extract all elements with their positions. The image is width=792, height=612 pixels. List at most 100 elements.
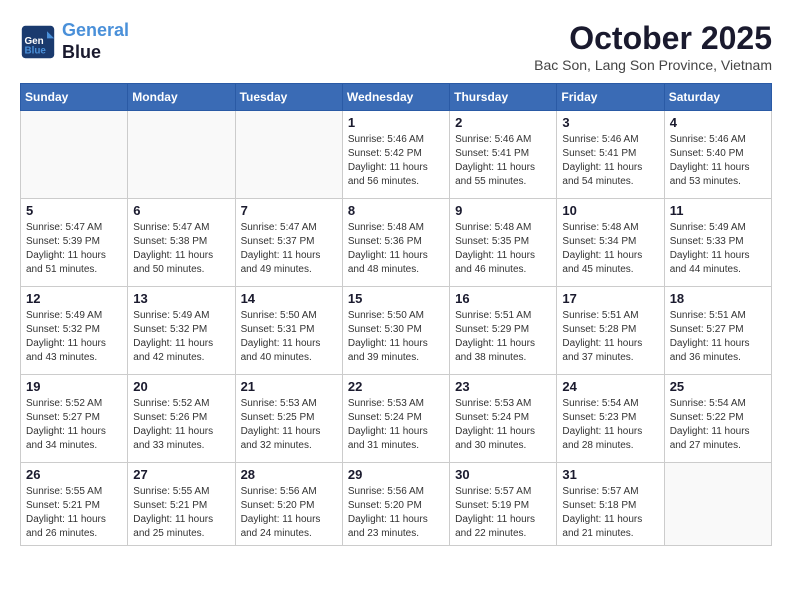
day-number: 1 (348, 115, 444, 130)
calendar-cell: 23 Sunrise: 5:53 AM Sunset: 5:24 PM Dayli… (450, 375, 557, 463)
calendar-cell: 19 Sunrise: 5:52 AM Sunset: 5:27 PM Dayli… (21, 375, 128, 463)
day-info: Sunrise: 5:49 AM Sunset: 5:33 PM Dayligh… (670, 221, 766, 277)
day-info: Sunrise: 5:52 AM Sunset: 5:26 PM Dayligh… (133, 397, 229, 453)
calendar-cell: 26 Sunrise: 5:55 AM Sunset: 5:21 PM Dayli… (21, 463, 128, 546)
day-number: 13 (133, 291, 229, 306)
calendar-cell (664, 463, 771, 546)
day-info: Sunrise: 5:55 AM Sunset: 5:21 PM Dayligh… (26, 485, 122, 541)
day-number: 12 (26, 291, 122, 306)
page-header: Gen Blue GeneralBlue October 2025 Bac So… (20, 20, 772, 73)
day-info: Sunrise: 5:53 AM Sunset: 5:25 PM Dayligh… (241, 397, 337, 453)
calendar-cell: 22 Sunrise: 5:53 AM Sunset: 5:24 PM Dayli… (342, 375, 449, 463)
calendar-week-5: 26 Sunrise: 5:55 AM Sunset: 5:21 PM Dayli… (21, 463, 772, 546)
calendar-week-3: 12 Sunrise: 5:49 AM Sunset: 5:32 PM Dayli… (21, 287, 772, 375)
logo-name: GeneralBlue (62, 20, 129, 63)
day-info: Sunrise: 5:56 AM Sunset: 5:20 PM Dayligh… (241, 485, 337, 541)
day-number: 9 (455, 203, 551, 218)
calendar-cell: 6 Sunrise: 5:47 AM Sunset: 5:38 PM Daylig… (128, 199, 235, 287)
day-number: 2 (455, 115, 551, 130)
title-block: October 2025 Bac Son, Lang Son Province,… (534, 20, 772, 73)
day-info: Sunrise: 5:48 AM Sunset: 5:36 PM Dayligh… (348, 221, 444, 277)
day-info: Sunrise: 5:47 AM Sunset: 5:38 PM Dayligh… (133, 221, 229, 277)
calendar-cell: 27 Sunrise: 5:55 AM Sunset: 5:21 PM Dayli… (128, 463, 235, 546)
calendar-cell: 18 Sunrise: 5:51 AM Sunset: 5:27 PM Dayli… (664, 287, 771, 375)
day-info: Sunrise: 5:51 AM Sunset: 5:27 PM Dayligh… (670, 309, 766, 365)
weekday-header-saturday: Saturday (664, 84, 771, 111)
day-info: Sunrise: 5:55 AM Sunset: 5:21 PM Dayligh… (133, 485, 229, 541)
weekday-header-friday: Friday (557, 84, 664, 111)
calendar-cell: 29 Sunrise: 5:56 AM Sunset: 5:20 PM Dayli… (342, 463, 449, 546)
day-number: 24 (562, 379, 658, 394)
day-number: 4 (670, 115, 766, 130)
day-info: Sunrise: 5:46 AM Sunset: 5:41 PM Dayligh… (562, 133, 658, 189)
calendar-cell: 13Sunrise: 5:49 AM Sunset: 5:32 PM Dayli… (128, 287, 235, 375)
calendar-cell: 25 Sunrise: 5:54 AM Sunset: 5:22 PM Dayli… (664, 375, 771, 463)
day-info: Sunrise: 5:56 AM Sunset: 5:20 PM Dayligh… (348, 485, 444, 541)
calendar-cell: 10 Sunrise: 5:48 AM Sunset: 5:34 PM Dayli… (557, 199, 664, 287)
day-info: Sunrise: 5:50 AM Sunset: 5:30 PM Dayligh… (348, 309, 444, 365)
calendar-cell: 12 Sunrise: 5:49 AM Sunset: 5:32 PM Dayli… (21, 287, 128, 375)
calendar-cell: 16Sunrise: 5:51 AM Sunset: 5:29 PM Dayli… (450, 287, 557, 375)
calendar-cell: 15 Sunrise: 5:50 AM Sunset: 5:30 PM Dayli… (342, 287, 449, 375)
day-number: 22 (348, 379, 444, 394)
day-number: 10 (562, 203, 658, 218)
logo: Gen Blue GeneralBlue (20, 20, 129, 63)
day-number: 8 (348, 203, 444, 218)
day-info: Sunrise: 5:46 AM Sunset: 5:42 PM Dayligh… (348, 133, 444, 189)
day-info: Sunrise: 5:49 AM Sunset: 5:32 PM Dayligh… (26, 309, 122, 365)
day-number: 21 (241, 379, 337, 394)
day-number: 27 (133, 467, 229, 482)
svg-text:Blue: Blue (25, 45, 47, 56)
calendar-cell (21, 111, 128, 199)
calendar-cell: 14 Sunrise: 5:50 AM Sunset: 5:31 PM Dayli… (235, 287, 342, 375)
calendar-cell (128, 111, 235, 199)
day-info: Sunrise: 5:47 AM Sunset: 5:39 PM Dayligh… (26, 221, 122, 277)
day-info: Sunrise: 5:50 AM Sunset: 5:31 PM Dayligh… (241, 309, 337, 365)
day-number: 18 (670, 291, 766, 306)
day-number: 31 (562, 467, 658, 482)
day-number: 23 (455, 379, 551, 394)
weekday-header-row: SundayMondayTuesdayWednesdayThursdayFrid… (21, 84, 772, 111)
day-info: Sunrise: 5:52 AM Sunset: 5:27 PM Dayligh… (26, 397, 122, 453)
calendar-cell: 3 Sunrise: 5:46 AM Sunset: 5:41 PM Daylig… (557, 111, 664, 199)
day-number: 30 (455, 467, 551, 482)
logo-icon: Gen Blue (20, 24, 56, 60)
day-info: Sunrise: 5:48 AM Sunset: 5:34 PM Dayligh… (562, 221, 658, 277)
day-number: 5 (26, 203, 122, 218)
weekday-header-sunday: Sunday (21, 84, 128, 111)
calendar-week-2: 5 Sunrise: 5:47 AM Sunset: 5:39 PM Daylig… (21, 199, 772, 287)
calendar-cell: 20 Sunrise: 5:52 AM Sunset: 5:26 PM Dayli… (128, 375, 235, 463)
calendar-week-4: 19 Sunrise: 5:52 AM Sunset: 5:27 PM Dayli… (21, 375, 772, 463)
day-info: Sunrise: 5:53 AM Sunset: 5:24 PM Dayligh… (348, 397, 444, 453)
calendar-cell: 9 Sunrise: 5:48 AM Sunset: 5:35 PM Daylig… (450, 199, 557, 287)
calendar-cell: 24Sunrise: 5:54 AM Sunset: 5:23 PM Dayli… (557, 375, 664, 463)
day-info: Sunrise: 5:54 AM Sunset: 5:22 PM Dayligh… (670, 397, 766, 453)
calendar-cell: 1 Sunrise: 5:46 AM Sunset: 5:42 PM Daylig… (342, 111, 449, 199)
calendar-cell (235, 111, 342, 199)
day-number: 7 (241, 203, 337, 218)
day-number: 6 (133, 203, 229, 218)
day-number: 20 (133, 379, 229, 394)
day-number: 29 (348, 467, 444, 482)
day-number: 3 (562, 115, 658, 130)
weekday-header-tuesday: Tuesday (235, 84, 342, 111)
calendar-cell: 7Sunrise: 5:47 AM Sunset: 5:37 PM Daylig… (235, 199, 342, 287)
weekday-header-wednesday: Wednesday (342, 84, 449, 111)
calendar-cell: 17Sunrise: 5:51 AM Sunset: 5:28 PM Dayli… (557, 287, 664, 375)
day-info: Sunrise: 5:53 AM Sunset: 5:24 PM Dayligh… (455, 397, 551, 453)
day-number: 26 (26, 467, 122, 482)
day-info: Sunrise: 5:51 AM Sunset: 5:29 PM Dayligh… (455, 309, 551, 365)
calendar-cell: 11 Sunrise: 5:49 AM Sunset: 5:33 PM Dayli… (664, 199, 771, 287)
day-number: 11 (670, 203, 766, 218)
calendar-cell: 8 Sunrise: 5:48 AM Sunset: 5:36 PM Daylig… (342, 199, 449, 287)
day-number: 25 (670, 379, 766, 394)
day-number: 14 (241, 291, 337, 306)
calendar-week-1: 1 Sunrise: 5:46 AM Sunset: 5:42 PM Daylig… (21, 111, 772, 199)
month-title: October 2025 (534, 20, 772, 57)
day-info: Sunrise: 5:48 AM Sunset: 5:35 PM Dayligh… (455, 221, 551, 277)
calendar-cell: 28Sunrise: 5:56 AM Sunset: 5:20 PM Dayli… (235, 463, 342, 546)
day-number: 19 (26, 379, 122, 394)
day-number: 15 (348, 291, 444, 306)
calendar-cell: 21 Sunrise: 5:53 AM Sunset: 5:25 PM Dayli… (235, 375, 342, 463)
calendar-cell: 31Sunrise: 5:57 AM Sunset: 5:18 PM Dayli… (557, 463, 664, 546)
